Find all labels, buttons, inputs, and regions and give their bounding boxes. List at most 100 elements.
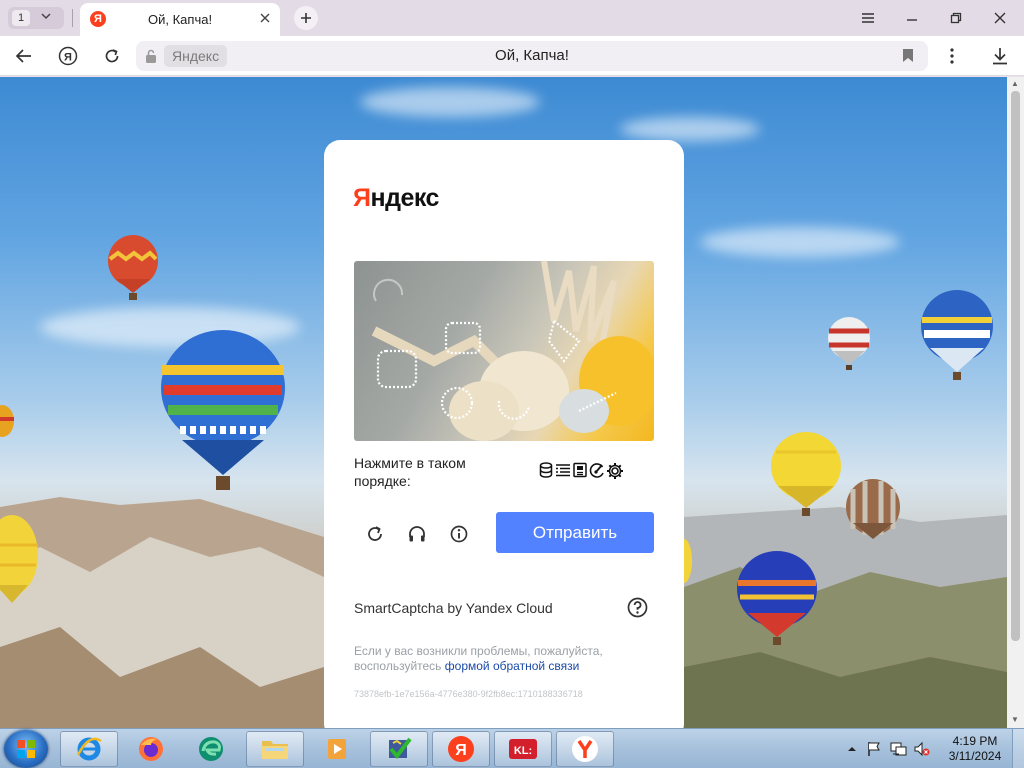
headphones-icon <box>409 526 425 542</box>
hot-air-balloon <box>0 405 14 437</box>
tab-title: Ой, Капча! <box>148 12 213 27</box>
downloads-button[interactable] <box>988 44 1012 68</box>
firefox-icon <box>139 737 163 761</box>
omnibox[interactable]: Яндекс Ой, Капча! <box>136 41 928 71</box>
windows-taskbar: Я KL: 4:19 PM 3/11/2024 <box>0 728 1024 768</box>
back-button[interactable] <box>12 44 36 68</box>
new-tab-button[interactable] <box>294 6 318 30</box>
close-tab-icon[interactable] <box>258 11 272 30</box>
yandex-browser-icon <box>572 736 598 762</box>
taskbar-kl-app[interactable]: KL: <box>494 731 552 767</box>
show-desktop-button[interactable] <box>1012 729 1024 768</box>
taskbar-firefox[interactable] <box>122 731 180 767</box>
feedback-form-link[interactable]: формой обратной связи <box>445 659 580 673</box>
close-window-button[interactable] <box>988 6 1012 30</box>
clock-date: 3/11/2024 <box>948 749 1002 763</box>
yandex-logo: Яндекс <box>353 184 439 213</box>
submit-button[interactable]: Отправить <box>496 512 654 553</box>
yandex-favicon-icon: Я <box>90 11 106 27</box>
action-center-flag-icon[interactable] <box>866 741 882 757</box>
cloud <box>360 87 540 117</box>
taskbar-internet-explorer[interactable] <box>60 731 118 767</box>
captcha-picture <box>371 261 654 441</box>
yandex-icon: Я <box>448 736 474 762</box>
start-button[interactable] <box>4 730 48 768</box>
hot-air-balloon <box>0 515 38 603</box>
hot-air-balloon <box>737 551 817 645</box>
close-icon <box>994 12 1006 24</box>
taskbar-edge[interactable] <box>182 731 240 767</box>
info-icon <box>450 525 468 543</box>
volume-muted-icon[interactable] <box>914 741 930 757</box>
media-player-icon <box>328 739 346 759</box>
tab-counter-button[interactable]: 1 <box>8 7 64 29</box>
hot-air-balloon <box>771 432 841 516</box>
checkmark-icon <box>389 737 412 760</box>
captcha-info-button[interactable] <box>448 523 470 545</box>
browser-menu-button[interactable] <box>856 6 880 30</box>
download-icon <box>993 48 1007 65</box>
svg-text:KL:: KL: <box>514 745 532 757</box>
reload-icon <box>105 49 119 63</box>
hot-air-balloon <box>828 317 870 370</box>
plus-icon <box>301 13 311 23</box>
windows-logo-icon <box>17 740 35 758</box>
captcha-image[interactable] <box>354 261 654 441</box>
reload-button[interactable] <box>100 44 124 68</box>
arrow-left-icon <box>15 49 31 63</box>
network-icon[interactable] <box>890 741 907 757</box>
audio-captcha-button[interactable] <box>406 523 428 545</box>
tab-bar: 1 Я Ой, Капча! <box>0 0 1024 36</box>
request-id: 73878efb-1e7e156a-4776e380-9f2fb8ec:1710… <box>354 689 583 699</box>
scroll-up-arrow-icon[interactable]: ▲ <box>1011 79 1019 88</box>
site-chip[interactable]: Яндекс <box>164 45 228 67</box>
cloud <box>620 117 760 141</box>
taskbar-yandex[interactable]: Я <box>432 731 490 767</box>
address-bar: Я Яндекс Ой, Капча! <box>0 36 1024 76</box>
taskbar-clock[interactable]: 4:19 PM 3/11/2024 <box>944 734 1006 764</box>
yandex-button[interactable]: Я <box>56 44 80 68</box>
bookmark-icon[interactable] <box>902 48 914 68</box>
hot-air-balloon <box>921 290 993 380</box>
omnibox-page-title: Ой, Капча! <box>495 47 569 64</box>
clock-time: 4:19 PM <box>952 734 998 748</box>
more-options-button[interactable] <box>940 44 964 68</box>
refresh-captcha-button[interactable] <box>364 523 386 545</box>
kebab-menu-icon <box>950 48 954 64</box>
feedback-text: Если у вас возникли проблемы, пожалуйста… <box>354 644 654 674</box>
taskbar-yandex-browser[interactable] <box>556 731 614 767</box>
hot-air-balloon <box>846 479 900 539</box>
tab-separator <box>72 9 73 27</box>
restore-button[interactable] <box>944 6 968 30</box>
folder-icon <box>262 741 288 759</box>
logo-first-letter: Я <box>353 184 371 212</box>
lock-icon[interactable] <box>144 48 158 69</box>
taskbar-checker-app[interactable] <box>370 731 428 767</box>
hamburger-icon <box>862 13 874 23</box>
cloud <box>700 227 900 257</box>
hot-air-balloon <box>684 539 692 583</box>
captcha-card: Яндекс Нажмите в таком порядке: Отправит… <box>324 140 684 740</box>
refresh-icon <box>368 526 382 541</box>
smartcaptcha-brand: SmartCaptcha by Yandex Cloud <box>354 600 553 616</box>
captcha-order-icons <box>538 462 624 480</box>
svg-text:Я: Я <box>455 742 467 759</box>
tab-active[interactable]: Я Ой, Капча! <box>80 3 280 36</box>
restore-icon <box>950 12 962 24</box>
scroll-thumb[interactable] <box>1011 91 1020 641</box>
scroll-down-arrow-icon[interactable]: ▼ <box>1011 715 1019 724</box>
taskbar-media-player[interactable] <box>308 731 366 767</box>
page-scrollbar[interactable]: ▲ ▼ <box>1007 77 1024 728</box>
taskbar-file-explorer[interactable] <box>246 731 304 767</box>
minimize-icon <box>907 19 917 21</box>
logo-rest: ндекс <box>370 184 439 212</box>
yandex-circle-icon: Я <box>58 46 78 66</box>
chevron-down-icon <box>40 9 52 27</box>
internet-explorer-icon <box>76 737 102 761</box>
help-icon[interactable] <box>627 597 648 618</box>
document-icon <box>573 462 587 478</box>
minimize-button[interactable] <box>900 6 924 30</box>
svg-text:Я: Я <box>64 52 72 64</box>
gauge-icon <box>589 463 604 478</box>
show-hidden-icons-icon[interactable] <box>844 741 860 757</box>
